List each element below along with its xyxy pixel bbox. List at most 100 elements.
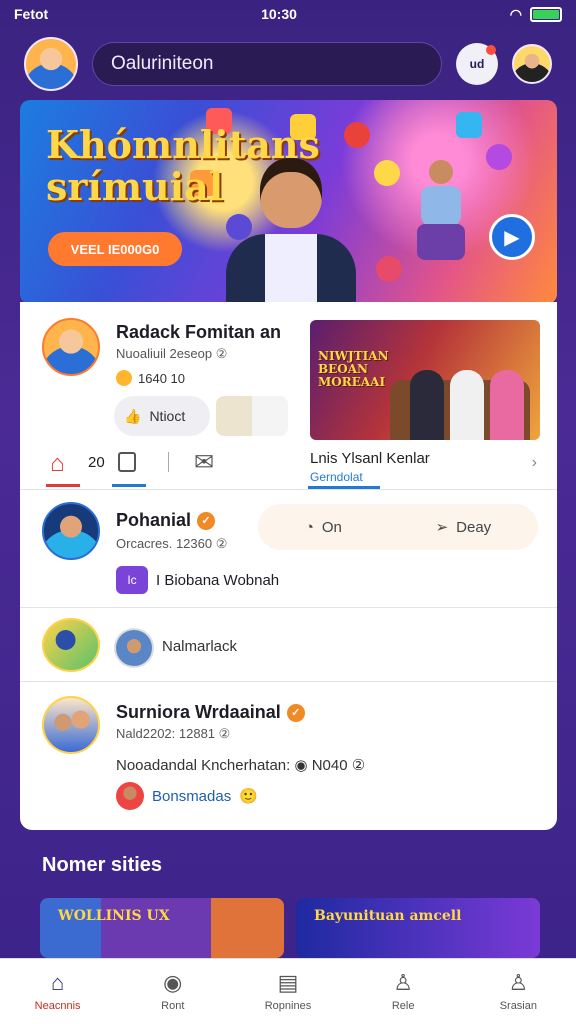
message-icon[interactable]: ✉ bbox=[194, 448, 214, 477]
post-1-stat: 1640 10 bbox=[116, 370, 185, 386]
post-4-name[interactable]: Surniora Wrdaainal ✓ bbox=[116, 702, 305, 723]
story-label: WOLLINIS UX bbox=[58, 908, 170, 924]
search-input[interactable]: Oaluriniteon bbox=[92, 42, 442, 86]
active-tab-indicator bbox=[46, 484, 80, 487]
story-card[interactable]: Bayunituan amcell bbox=[296, 898, 540, 958]
stories-row: WOLLINIS UX Bayunituan amcell bbox=[40, 898, 540, 958]
search-text: Oaluriniteon bbox=[111, 53, 214, 74]
jumping-kid-image bbox=[411, 160, 471, 270]
nav-label: Neacnnis bbox=[34, 1000, 81, 1012]
post-1: Radack Fomitan an Nuoaliuil 2eseop ② 164… bbox=[20, 302, 557, 490]
nav-documents[interactable]: ▤ Ropnines bbox=[238, 970, 338, 1013]
section-title: Nomer sities bbox=[42, 854, 163, 876]
post-1-avatar[interactable] bbox=[42, 318, 100, 376]
subtab-indicator bbox=[308, 486, 380, 489]
nav-label: Rele bbox=[391, 1000, 415, 1012]
jump-kid-legs bbox=[417, 224, 465, 260]
camera-icon: ◉ bbox=[163, 970, 183, 995]
nav-person[interactable]: ♙ Rele bbox=[353, 971, 453, 1013]
post-2-name[interactable]: Pohanial ✓ bbox=[116, 510, 216, 531]
status-icons: ◠ bbox=[510, 6, 562, 23]
coin-icon bbox=[116, 370, 132, 386]
post-4-link-text: Bonsmadas bbox=[152, 787, 232, 805]
tab-title[interactable]: Lnis Ylsanl Kenlar bbox=[310, 450, 430, 467]
send-label: Deay bbox=[456, 518, 492, 536]
tab-indicator bbox=[112, 484, 146, 487]
home-icon: ⌂ bbox=[50, 970, 65, 995]
post-1-image[interactable]: NIWJTIAN BEOAN MOREAAI bbox=[310, 320, 540, 440]
emoji-icon: 🙂 bbox=[239, 788, 258, 805]
mini-avatar bbox=[116, 782, 144, 810]
jump-kid-head bbox=[429, 160, 453, 184]
post-3-avatar[interactable] bbox=[42, 618, 100, 672]
send-button[interactable]: ➢ Deay bbox=[435, 518, 492, 537]
bottom-nav: ⌂ Neacnnis ◉ Ront ▤ Ropnines ♙ Rele ♙ Sr… bbox=[0, 958, 576, 1024]
person-shape bbox=[490, 370, 524, 440]
post-2-name-text: Pohanial bbox=[116, 510, 192, 530]
post-2-group[interactable]: Ic I Biobana Wobnah bbox=[116, 566, 279, 594]
post-1-stat-value: 1640 10 bbox=[138, 370, 185, 386]
feed-card: Radack Fomitan an Nuoaliuil 2eseop ② 164… bbox=[20, 302, 557, 830]
post-3-small-avatar[interactable] bbox=[114, 628, 154, 668]
post-3-text: Nalmarlack bbox=[162, 638, 238, 655]
notification-dot bbox=[486, 45, 496, 55]
banner-kid-image bbox=[220, 150, 360, 304]
battery-level bbox=[533, 9, 559, 19]
post-2-actions: ◔ On ➢ Deay bbox=[258, 504, 538, 550]
play-icon[interactable]: ▶ bbox=[489, 214, 535, 260]
notifications-button[interactable]: ud bbox=[456, 43, 498, 85]
top-bar: Oaluriniteon ud bbox=[24, 36, 552, 92]
person-shape bbox=[450, 370, 484, 440]
profile-avatar[interactable] bbox=[512, 44, 552, 84]
kid-head bbox=[260, 158, 322, 228]
post-2-avatar[interactable] bbox=[42, 502, 100, 560]
nav-home[interactable]: ⌂ Neacnnis bbox=[8, 970, 108, 1013]
hero-banner[interactable]: Khómnlitans srímuial VEEL IE000G0 ▶ bbox=[20, 100, 557, 304]
share-button[interactable]: 👍 Ntioct bbox=[114, 396, 210, 436]
floating-icon bbox=[456, 112, 482, 138]
carrier-label: Fetot bbox=[14, 6, 49, 22]
profile-icon: ♙ bbox=[508, 970, 529, 995]
nav-label: Ront bbox=[161, 1000, 185, 1012]
nav-profile[interactable]: ♙ Srasian bbox=[468, 970, 568, 1013]
react-icon: ◔ bbox=[304, 518, 314, 536]
battery-icon bbox=[530, 6, 562, 22]
home-icon[interactable]: ⌂ bbox=[50, 450, 65, 478]
person-shape bbox=[410, 370, 444, 440]
post-2: Pohanial ✓ Orcacres. 12360 ② ◔ On ➢ Deay… bbox=[20, 490, 557, 608]
attachment-thumbnail[interactable] bbox=[216, 396, 288, 436]
notification-icon: ud bbox=[469, 57, 485, 71]
tab-subtitle[interactable]: Gerndolat bbox=[310, 470, 363, 484]
post-4-description: Nooadandal Kncherhatan: ◉ N040 ② bbox=[116, 757, 366, 774]
tab-divider bbox=[168, 452, 169, 472]
jump-kid-body bbox=[421, 186, 461, 226]
kid-body bbox=[226, 234, 356, 304]
banner-cta-button[interactable]: VEEL IE000G0 bbox=[48, 232, 182, 266]
story-card[interactable]: WOLLINIS UX bbox=[40, 898, 284, 958]
post-4-avatar[interactable] bbox=[42, 696, 100, 754]
floating-icon bbox=[344, 122, 370, 148]
nav-camera[interactable]: ◉ Ront bbox=[123, 970, 223, 1013]
floating-icon bbox=[376, 256, 402, 282]
post-4-link[interactable]: Bonsmadas 🙂 bbox=[116, 782, 258, 810]
floating-icon bbox=[374, 160, 400, 186]
user-avatar[interactable] bbox=[24, 37, 78, 91]
share-label: Ntioct bbox=[149, 408, 186, 424]
react-button[interactable]: ◔ On bbox=[305, 519, 342, 536]
send-icon: ➢ bbox=[435, 519, 449, 536]
story-label: Bayunituan amcell bbox=[314, 908, 462, 924]
document-icon: ▤ bbox=[277, 970, 299, 995]
square-icon[interactable] bbox=[118, 452, 136, 472]
nav-label: Srasian bbox=[499, 1000, 537, 1012]
react-label: On bbox=[321, 518, 342, 536]
verified-icon: ✓ bbox=[197, 511, 216, 530]
group-name: I Biobana Wobnah bbox=[156, 571, 280, 589]
post-4: Surniora Wrdaainal ✓ Nald2202: 12881 ② N… bbox=[20, 682, 557, 830]
post-3: Nalmarlack bbox=[20, 608, 557, 682]
post-2-meta: Orcacres. 12360 ② bbox=[116, 536, 228, 551]
wifi-icon: ◠ bbox=[509, 5, 522, 22]
post-1-name[interactable]: Radack Fomitan an bbox=[116, 322, 281, 343]
chevron-right-icon[interactable]: › bbox=[532, 454, 537, 472]
group-icon: Ic bbox=[116, 566, 148, 594]
clock: 10:30 bbox=[261, 6, 297, 22]
